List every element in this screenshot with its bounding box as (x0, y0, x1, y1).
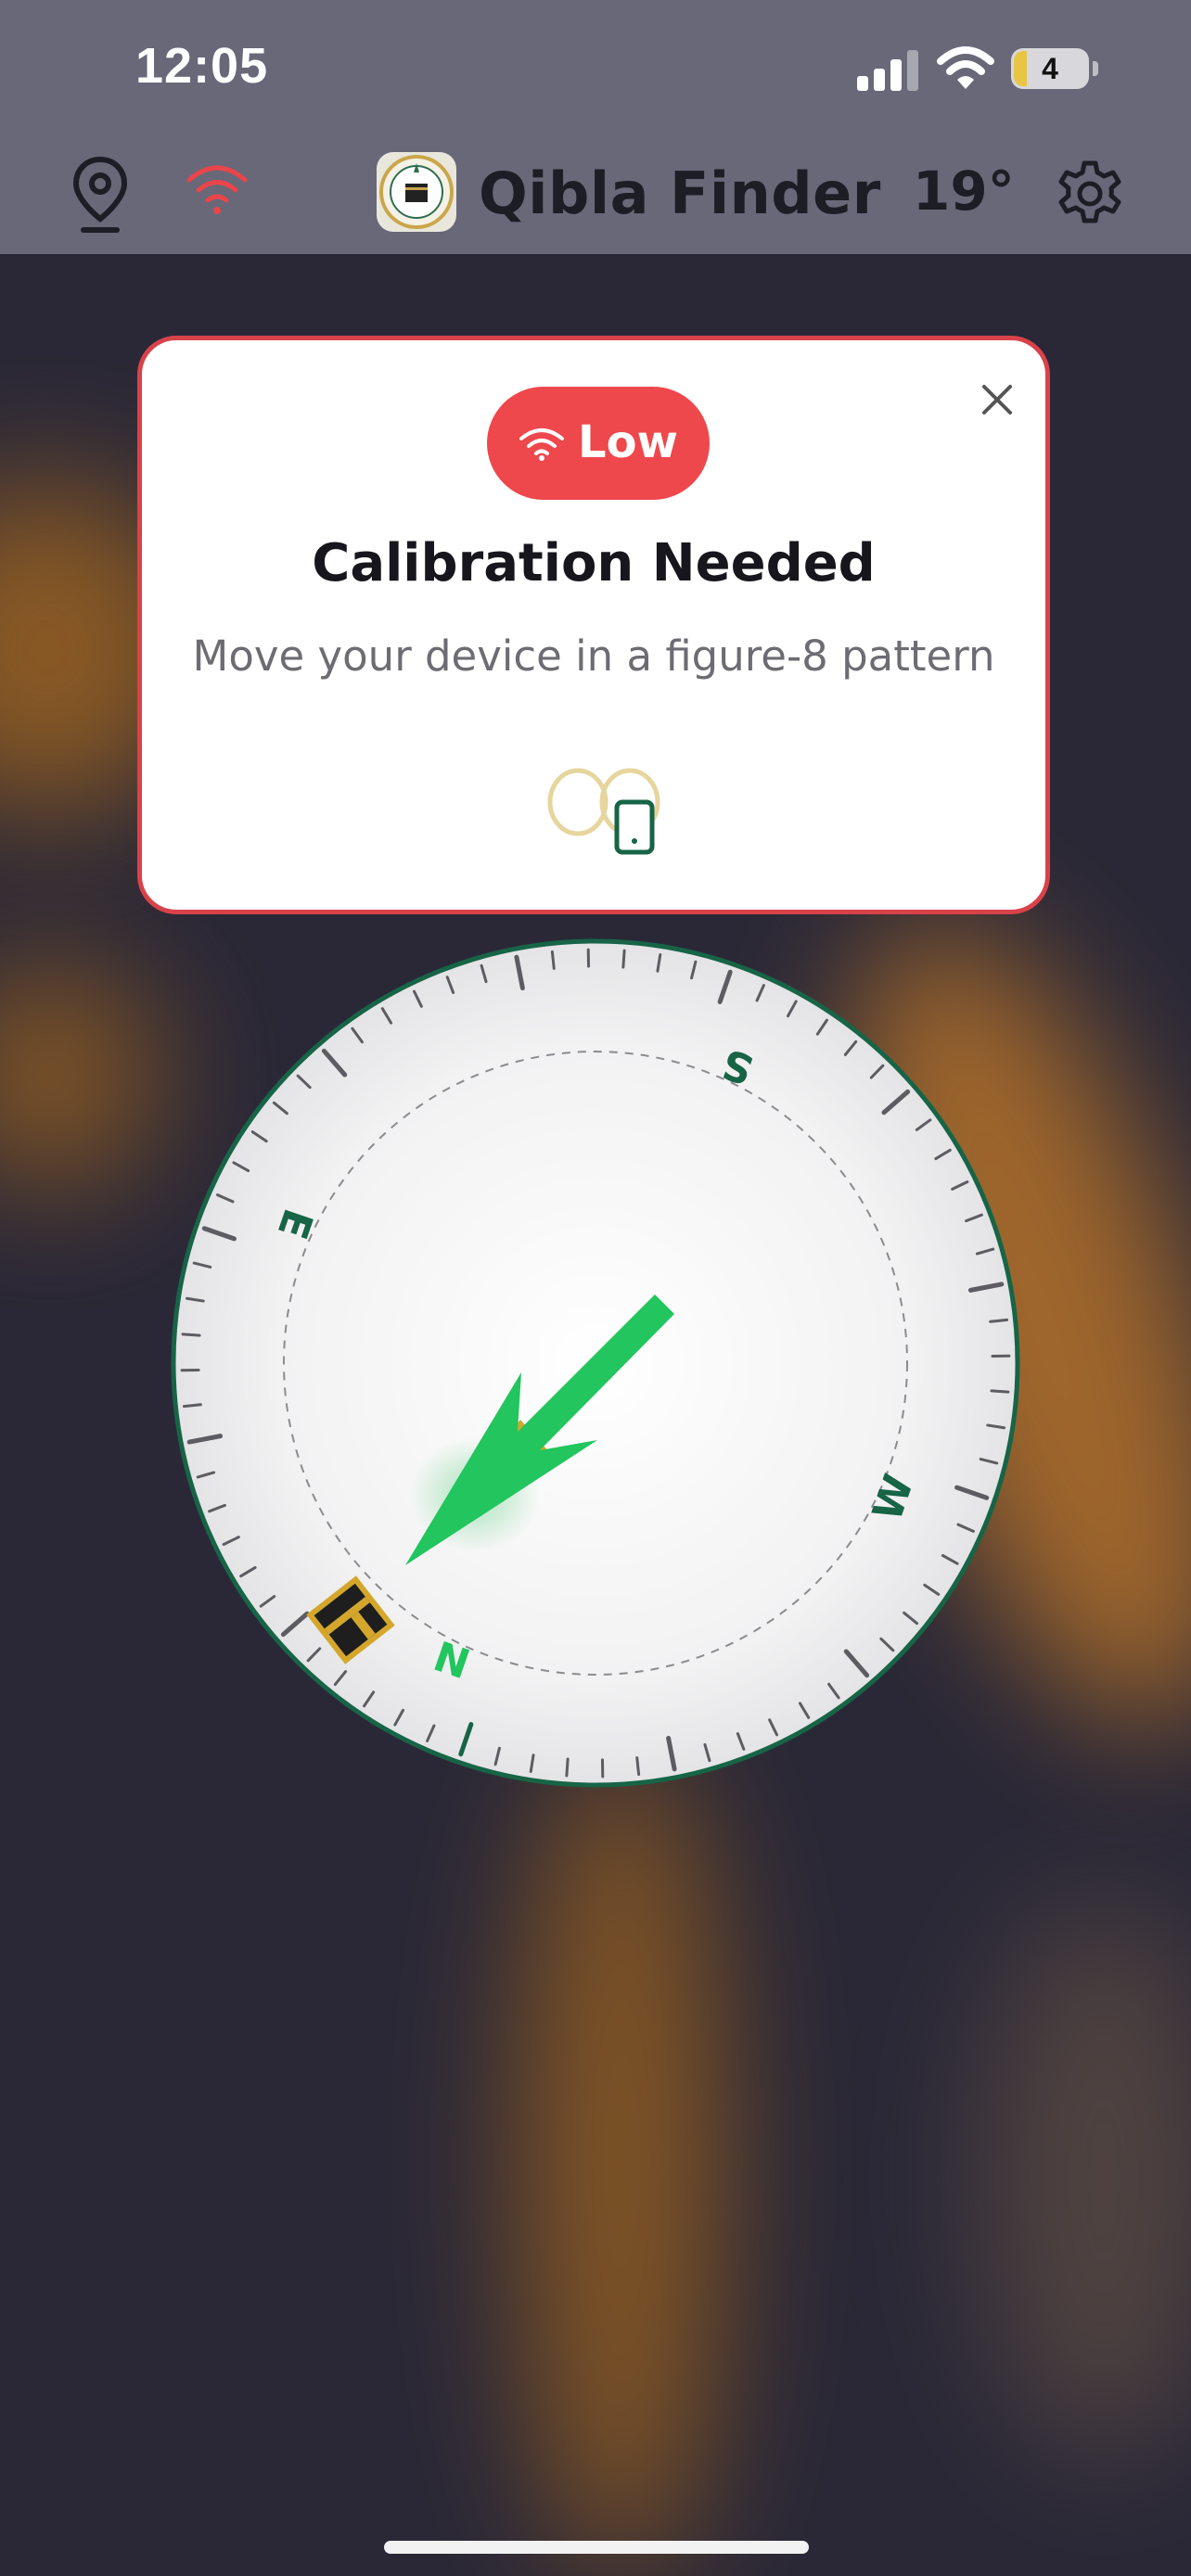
calibration-title: Calibration Needed (312, 533, 876, 593)
calibration-card: Low Calibration Needed Move your device … (137, 336, 1050, 914)
location-pin-icon[interactable] (69, 154, 132, 236)
accuracy-badge: Low (487, 387, 710, 500)
compass-tick (990, 1389, 1010, 1394)
heading-degrees: 19° (913, 159, 1015, 223)
cellular-signal-icon (857, 50, 918, 91)
compass-tick (565, 1757, 570, 1778)
top-navigation-bar: Qibla Finder 19° (0, 139, 1191, 254)
compass-tick (550, 950, 556, 970)
compass-tick (635, 1756, 641, 1777)
compass-tick (182, 1403, 202, 1409)
close-icon[interactable] (975, 377, 1019, 422)
battery-level: 4 (1042, 52, 1058, 85)
calibration-message: Move your device in a figure-8 pattern (192, 631, 995, 681)
compass-dial: S W N E (171, 938, 1020, 1788)
compass-tick (989, 1318, 1009, 1323)
home-indicator (384, 2541, 809, 2554)
settings-gear-icon[interactable] (1054, 158, 1126, 230)
battery-icon: 4 (1011, 48, 1100, 91)
compass-tick (621, 949, 626, 969)
figure-eight-icon (547, 768, 660, 855)
status-time: 12:05 (135, 38, 269, 94)
app-logo (377, 152, 456, 232)
app-title: Qibla Finder (479, 159, 881, 227)
wifi-signal-icon[interactable] (184, 159, 250, 217)
wifi-icon (937, 46, 994, 89)
compass-tick (181, 1333, 201, 1337)
accuracy-label: Low (578, 416, 678, 468)
status-bar: 12:05 4 (0, 0, 1191, 139)
wifi-icon (519, 428, 564, 461)
